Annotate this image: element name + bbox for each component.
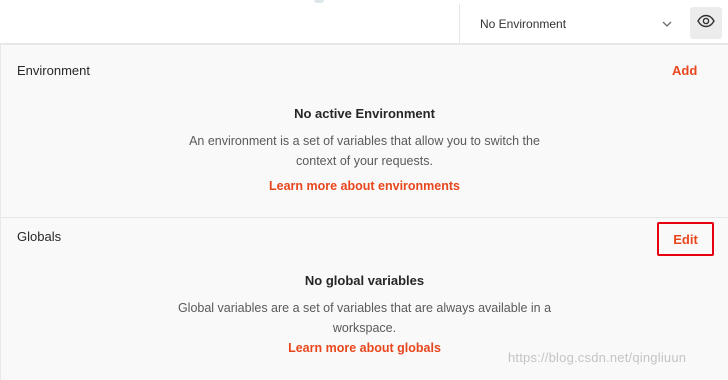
- environment-quick-look-button[interactable]: [690, 7, 722, 39]
- watermark-text: https://blog.csdn.net/qingliuun: [508, 350, 687, 365]
- environment-select[interactable]: No Environment: [459, 4, 685, 43]
- environment-empty-description: An environment is a set of variables tha…: [189, 134, 540, 168]
- environment-section-title: Environment: [17, 63, 90, 78]
- learn-more-environments-link[interactable]: Learn more about environments: [1, 179, 728, 193]
- edit-globals-link[interactable]: Edit: [673, 232, 698, 247]
- environment-select-value: No Environment: [480, 16, 567, 31]
- globals-section-title: Globals: [17, 229, 62, 244]
- postman-environment-quick-look: No Environment Environment Add No active…: [0, 0, 728, 380]
- quick-look-panel: Environment Add No active Environment An…: [0, 44, 728, 380]
- chevron-down-icon: [661, 18, 673, 30]
- top-bar: No Environment: [0, 0, 728, 44]
- add-environment-link[interactable]: Add: [672, 63, 697, 78]
- environment-section: Environment Add No active Environment An…: [1, 45, 728, 218]
- tab-indicator: [314, 0, 324, 3]
- globals-empty-title: No global variables: [304, 273, 425, 288]
- eye-icon: [697, 14, 715, 33]
- edit-highlight-box: Edit: [657, 222, 714, 256]
- environment-empty-title: No active Environment: [294, 106, 435, 121]
- globals-empty-description: Global variables are a set of variables …: [177, 301, 552, 335]
